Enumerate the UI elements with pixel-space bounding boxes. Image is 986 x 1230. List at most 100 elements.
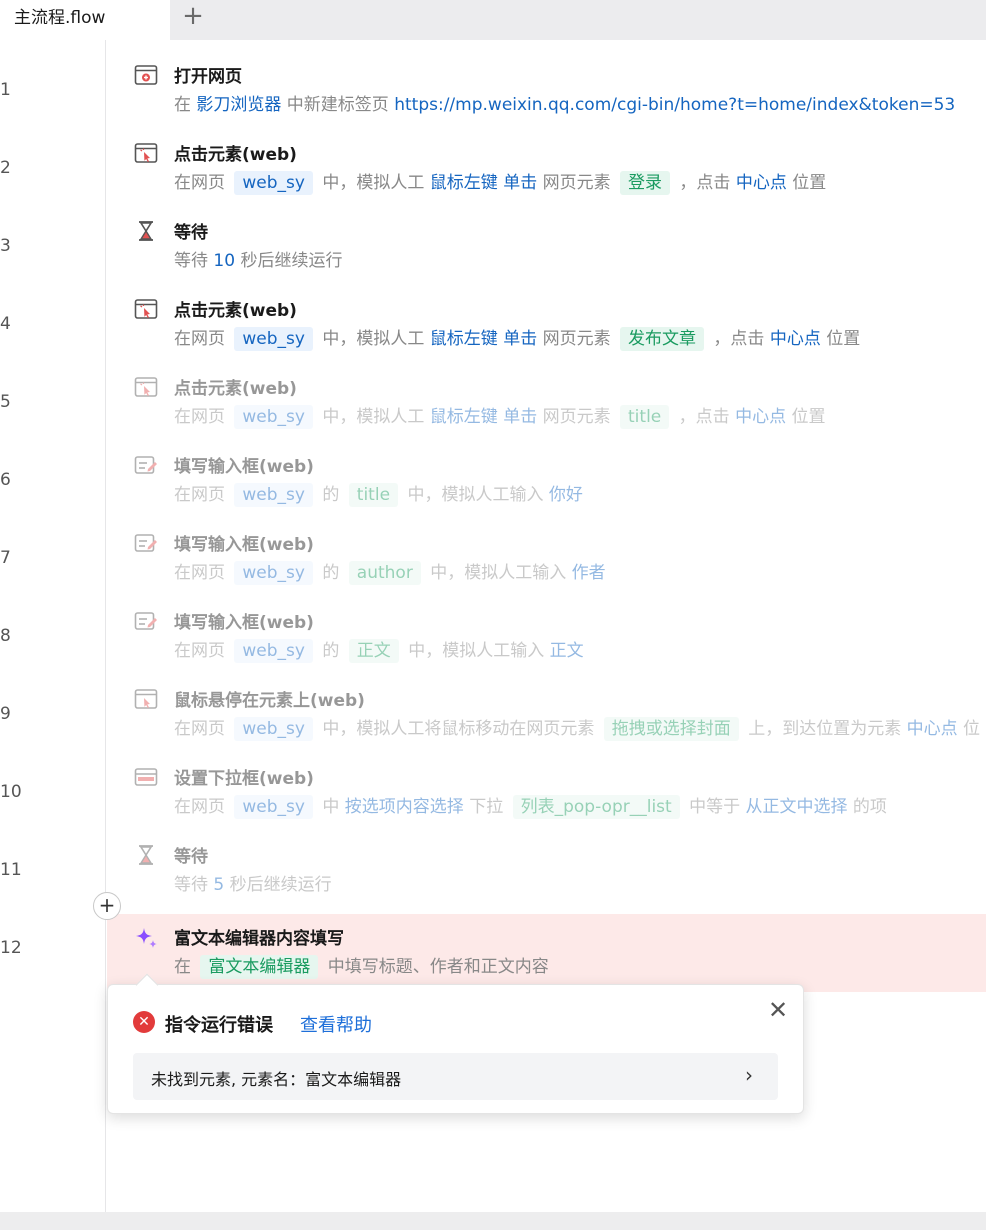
view-help-link[interactable]: 查看帮助 [300,1011,372,1037]
step-title: 富文本编辑器内容填写 [174,929,344,949]
hover-element-icon [134,688,158,710]
desc-text: 在网页 [174,719,231,739]
step-title: 设置下拉框(web) [174,769,314,789]
param-value[interactable]: 单击 [503,407,537,427]
click-element-icon [134,142,158,164]
param-value[interactable]: 正文 [550,641,584,661]
page-variable-tag[interactable]: web_sy [234,483,313,507]
page-variable-tag[interactable]: web_sy [234,405,313,429]
element-tag[interactable]: 富文本编辑器 [200,955,319,979]
element-tag[interactable]: 拖拽或选择封面 [603,717,739,741]
flow-step-9[interactable]: 鼠标悬停在元素上(web) 在网页 web_sy 中，模拟人工将鼠标移动在网页元素… [107,676,986,754]
error-message: 未找到元素, 元素名：富文本编辑器 [151,1070,402,1089]
param-value[interactable]: 10 [213,251,235,271]
param-value[interactable]: 中心点 [907,719,958,739]
step-title: 点击元素(web) [174,301,297,321]
page-variable-tag[interactable]: web_sy [234,327,313,351]
param-value[interactable]: 5 [213,875,224,895]
param-value[interactable]: https://mp.weixin.qq.com/cgi-bin/home?t=… [394,95,955,115]
page-variable-tag[interactable]: web_sy [234,795,313,819]
param-value[interactable]: 影刀浏览器 [196,95,281,115]
step-title: 填写输入框(web) [174,535,314,555]
param-value[interactable]: 单击 [503,173,537,193]
step-title: 鼠标悬停在元素上(web) [174,691,365,711]
param-value[interactable]: 作者 [572,563,606,583]
line-number: 12 [0,938,22,958]
element-tag[interactable]: 登录 [620,171,671,195]
step-description: 等待 10 秒后继续运行 [174,246,342,271]
desc-text: 在网页 [174,329,231,349]
param-value[interactable]: 鼠标左键 [430,173,498,193]
error-title: 指令运行错误 [165,1015,273,1036]
click-element-icon [134,376,158,398]
page-variable-tag[interactable]: web_sy [234,561,313,585]
hourglass-icon [134,220,158,242]
desc-text: 中，模拟人工 [316,173,430,193]
flow-step-8[interactable]: 填写输入框(web) 在网页 web_sy 的 正文 中，模拟人工输入 正文 [107,598,986,676]
horizontal-scrollbar[interactable] [0,1212,986,1230]
flow-step-6[interactable]: 填写输入框(web) 在网页 web_sy 的 title 中，模拟人工输入 你好 [107,442,986,520]
element-tag[interactable]: title [620,405,670,429]
line-number-gutter: 1 2 3 4 5 6 7 8 9 10 11 12 [0,40,106,1212]
desc-text: 中，模拟人工将鼠标移动在网页元素 [316,719,600,739]
step-title: 等待 [174,847,208,867]
element-tag[interactable]: 正文 [348,639,399,663]
add-step-button[interactable]: + [93,892,121,920]
element-tag[interactable]: 列表_pop-opr__list [512,795,680,819]
desc-text: 秒后继续运行 [224,875,332,895]
tab-main-flow[interactable]: 主流程.flow [0,0,170,40]
param-value[interactable]: 从正文中选择 [746,797,848,817]
flow-step-5[interactable]: 点击元素(web) 在网页 web_sy 中，模拟人工 鼠标左键 单击 网页元素 … [107,364,986,442]
add-tab-button[interactable]: + [178,2,208,32]
desc-text: 秒后继续运行 [235,251,343,271]
desc-text: 中 [316,797,345,817]
element-tag[interactable]: author [348,561,421,585]
desc-text: 在网页 [174,407,231,427]
desc-text: 在网页 [174,797,231,817]
error-detail-row[interactable]: 未找到元素, 元素名：富文本编辑器 › [133,1053,778,1100]
param-value[interactable]: 单击 [503,329,537,349]
line-number: 10 [0,782,22,802]
desc-text: 中，模拟人工 [316,329,430,349]
line-number: 5 [0,392,11,412]
flow-step-12[interactable]: 富文本编辑器内容填写在 富文本编辑器 中填写标题、作者和正文内容 [107,914,986,992]
step-title: 填写输入框(web) [174,457,314,477]
flow-step-3[interactable]: 等待 等待 10 秒后继续运行 [107,208,986,286]
step-description: 在网页 web_sy 的 正文 中，模拟人工输入 正文 [174,636,584,663]
desc-text: 在网页 [174,173,231,193]
step-description: 在网页 web_sy 的 title 中，模拟人工输入 你好 [174,480,583,507]
hourglass-icon [134,844,158,866]
param-value[interactable]: 中心点 [735,407,786,427]
step-title: 等待 [174,223,208,243]
param-value[interactable]: 鼠标左键 [430,329,498,349]
desc-text: 在网页 [174,563,231,583]
param-value[interactable]: 中心点 [736,173,787,193]
chevron-right-icon: › [745,1063,753,1087]
line-number: 2 [0,158,11,178]
flow-step-7[interactable]: 填写输入框(web) 在网页 web_sy 的 author 中，模拟人工输入 作… [107,520,986,598]
line-number: 8 [0,626,11,646]
page-variable-tag[interactable]: web_sy [234,639,313,663]
desc-text: 网页元素 [537,407,617,427]
flow-step-11[interactable]: 等待等待 5 秒后继续运行 [107,832,986,910]
tab-bar: 主流程.flow + [0,0,986,40]
page-variable-tag[interactable]: web_sy [234,717,313,741]
flow-step-1[interactable]: 打开网页在 影刀浏览器 中新建标签页 https://mp.weixin.qq.… [107,52,986,130]
browser-open-icon [134,64,158,86]
param-value[interactable]: 按选项内容选择 [345,797,464,817]
step-description: 等待 5 秒后继续运行 [174,870,332,895]
param-value[interactable]: 中心点 [770,329,821,349]
flow-step-4[interactable]: 点击元素(web) 在网页 web_sy 中，模拟人工 鼠标左键 单击 网页元素 … [107,286,986,364]
param-value[interactable]: 你好 [549,485,583,505]
element-tag[interactable]: 发布文章 [620,327,705,351]
element-tag[interactable]: title [348,483,399,507]
flow-step-2[interactable]: 点击元素(web) 在网页 web_sy 中，模拟人工 鼠标左键 单击 网页元素 … [107,130,986,208]
close-icon[interactable]: ✕ [765,997,791,1023]
flow-step-10[interactable]: 设置下拉框(web) 在网页 web_sy 中 按选项内容选择 下拉 列表_pop… [107,754,986,832]
desc-text: 的 [316,563,345,583]
page-variable-tag[interactable]: web_sy [234,171,313,195]
line-number: 1 [0,80,11,100]
step-description: 在网页 web_sy 中，模拟人工将鼠标移动在网页元素 拖拽或选择封面 上，到达… [174,714,980,741]
param-value[interactable]: 鼠标左键 [430,407,498,427]
desc-text: 等待 [174,251,214,271]
